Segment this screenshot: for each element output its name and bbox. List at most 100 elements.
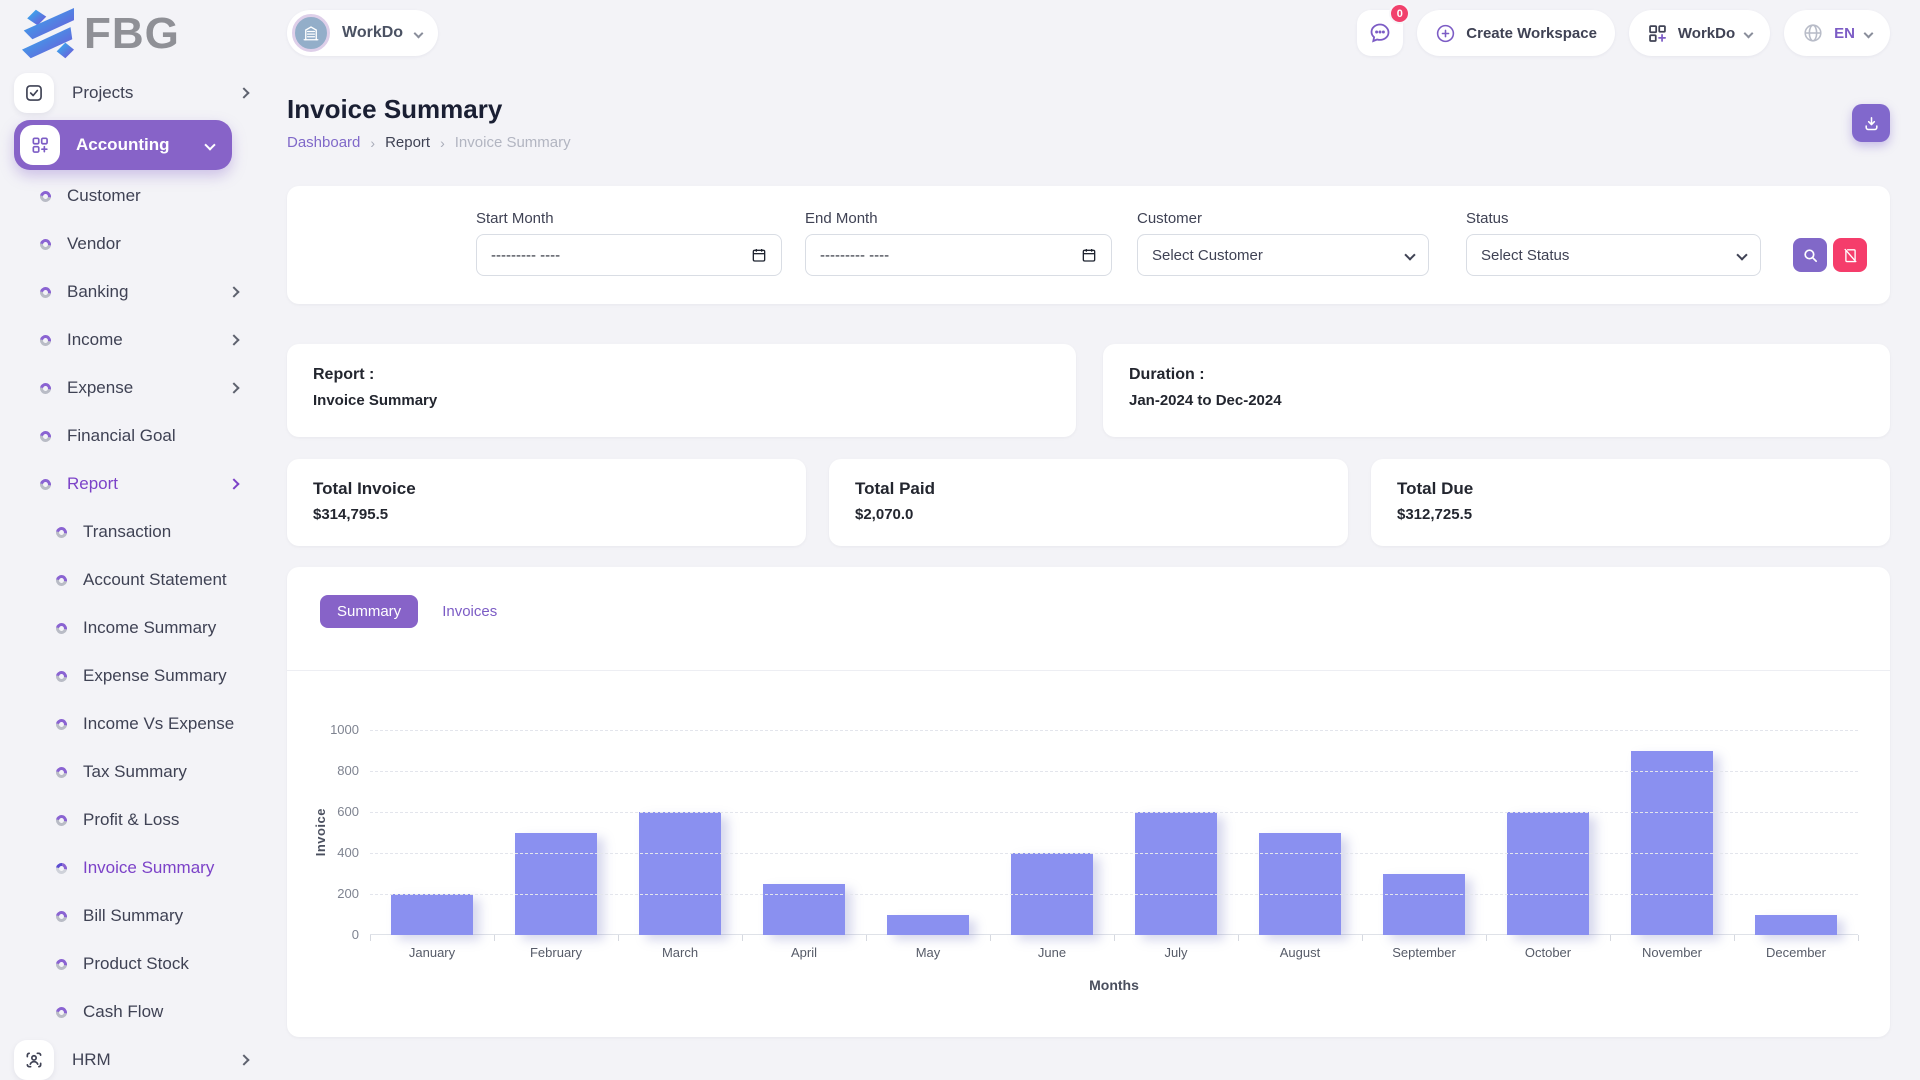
bar-september[interactable] <box>1383 874 1465 936</box>
sidebar-item-financial-goal[interactable]: Financial Goal <box>0 412 262 460</box>
end-month-input[interactable]: --------- ---- <box>805 234 1112 276</box>
breadcrumb-report[interactable]: Report <box>385 134 430 151</box>
chevron-down-icon <box>1864 28 1874 38</box>
chevron-right-icon <box>238 1054 249 1065</box>
sidebar-item-projects[interactable]: Projects <box>14 70 248 116</box>
bar-slot <box>1362 874 1486 936</box>
sidebar-item-expense-summary[interactable]: Expense Summary <box>0 652 262 700</box>
sidebar-item-tax-summary[interactable]: Tax Summary <box>0 748 262 796</box>
bullet-icon <box>54 764 69 779</box>
bar-july[interactable] <box>1135 812 1217 935</box>
sidebar-item-transaction[interactable]: Transaction <box>0 508 262 556</box>
x-tick-mark <box>1114 935 1115 941</box>
chart-bars <box>370 730 1858 935</box>
breadcrumb: Dashboard › Report › Invoice Summary <box>287 134 571 151</box>
sidebar-item-label: Bill Summary <box>83 906 238 926</box>
sidebar-item-report[interactable]: Report <box>0 460 262 508</box>
sidebar-item-label: HRM <box>72 1050 222 1070</box>
breadcrumb-separator: › <box>370 135 375 151</box>
sidebar-item-account-statement[interactable]: Account Statement <box>0 556 262 604</box>
bullet-icon <box>38 188 53 203</box>
sidebar-item-income[interactable]: Income <box>0 316 262 364</box>
bar-slot <box>742 884 866 935</box>
duration-card-title: Duration : <box>1129 366 1205 384</box>
check-square-icon <box>14 73 54 113</box>
breadcrumb-dashboard[interactable]: Dashboard <box>287 134 360 151</box>
report-tabs: Summary Invoices <box>320 595 503 628</box>
bullet-icon <box>38 284 53 299</box>
sidebar-menu: Customer Vendor BankingIncome Expense Financ… <box>0 172 262 1036</box>
language-selector[interactable]: EN <box>1784 10 1890 56</box>
workdo-label: WorkDo <box>1678 25 1735 42</box>
sidebar: FBG Projects Accounting Customer Vendor Ba… <box>0 0 262 1080</box>
x-tick-label: September <box>1362 945 1486 960</box>
brand-logo[interactable]: FBG <box>20 8 180 60</box>
sidebar-item-accounting[interactable]: Accounting <box>14 120 232 170</box>
report-card-title: Report : <box>313 366 374 384</box>
download-button[interactable] <box>1852 104 1890 142</box>
stat-value: $314,795.5 <box>313 506 388 523</box>
bar-december[interactable] <box>1755 915 1837 936</box>
chevron-down-icon <box>1404 249 1415 260</box>
calendar-icon[interactable] <box>1081 247 1097 263</box>
bar-january[interactable] <box>391 894 473 935</box>
workdo-menu-button[interactable]: WorkDo <box>1629 10 1770 56</box>
sidebar-item-expense[interactable]: Expense <box>0 364 262 412</box>
workspace-avatar <box>292 14 330 52</box>
sidebar-item-income-vs-expense[interactable]: Income Vs Expense <box>0 700 262 748</box>
start-month-input[interactable]: --------- ---- <box>476 234 782 276</box>
sidebar-item-label: Cash Flow <box>83 1002 238 1022</box>
bar-february[interactable] <box>515 833 597 936</box>
bullet-icon <box>54 716 69 731</box>
filter-card: Start Month --------- ---- End Month ---… <box>287 186 1890 304</box>
y-tick-label: 600 <box>295 804 359 819</box>
chevron-down-icon <box>1736 249 1747 260</box>
globe-icon <box>1802 22 1824 44</box>
bar-april[interactable] <box>763 884 845 935</box>
customer-select[interactable]: Select Customer <box>1137 234 1429 276</box>
tab-invoices[interactable]: Invoices <box>436 595 503 628</box>
workspace-switcher[interactable]: WorkDo <box>287 10 438 56</box>
chevron-down-icon <box>414 28 424 38</box>
bar-march[interactable] <box>639 812 721 935</box>
sidebar-item-cash-flow[interactable]: Cash Flow <box>0 988 262 1036</box>
status-select[interactable]: Select Status <box>1466 234 1761 276</box>
sidebar-item-banking[interactable]: Banking <box>0 268 262 316</box>
apply-filter-button[interactable] <box>1793 238 1827 272</box>
bar-november[interactable] <box>1631 751 1713 936</box>
x-tick-mark <box>1734 935 1735 941</box>
bar-august[interactable] <box>1259 833 1341 936</box>
tabs-divider <box>287 670 1890 671</box>
bar-october[interactable] <box>1507 812 1589 935</box>
sidebar-item-invoice-summary[interactable]: Invoice Summary <box>0 844 262 892</box>
sidebar-item-hrm[interactable]: HRM <box>14 1036 248 1080</box>
breadcrumb-current: Invoice Summary <box>455 134 571 151</box>
sidebar-item-profit-loss[interactable]: Profit & Loss <box>0 796 262 844</box>
sidebar-item-label: Vendor <box>67 234 238 254</box>
sidebar-item-income-summary[interactable]: Income Summary <box>0 604 262 652</box>
sidebar-item-label: Expense <box>67 378 214 398</box>
sidebar-item-product-stock[interactable]: Product Stock <box>0 940 262 988</box>
plus-circle-icon <box>1435 23 1456 44</box>
sidebar-item-customer[interactable]: Customer <box>0 172 262 220</box>
sidebar-item-label: Invoice Summary <box>83 858 238 878</box>
x-tick-mark <box>494 935 495 941</box>
bullet-icon <box>54 812 69 827</box>
messages-button[interactable]: 0 <box>1357 10 1403 56</box>
x-tick-label: August <box>1238 945 1362 960</box>
sidebar-item-bill-summary[interactable]: Bill Summary <box>0 892 262 940</box>
total-invoice-card: Total Invoice $314,795.5 <box>287 459 806 546</box>
bar-may[interactable] <box>887 915 969 936</box>
sidebar-item-label: Accounting <box>76 135 190 155</box>
total-paid-card: Total Paid $2,070.0 <box>829 459 1348 546</box>
calendar-icon[interactable] <box>751 247 767 263</box>
reset-filter-button[interactable] <box>1833 238 1867 272</box>
x-tick-label: January <box>370 945 494 960</box>
create-workspace-button[interactable]: Create Workspace <box>1417 10 1615 56</box>
tab-summary[interactable]: Summary <box>320 595 418 628</box>
sidebar-item-vendor[interactable]: Vendor <box>0 220 262 268</box>
create-workspace-label: Create Workspace <box>1466 25 1597 42</box>
bullet-icon <box>38 236 53 251</box>
sidebar-item-label: Projects <box>72 83 222 103</box>
clear-filter-icon <box>1842 247 1859 264</box>
